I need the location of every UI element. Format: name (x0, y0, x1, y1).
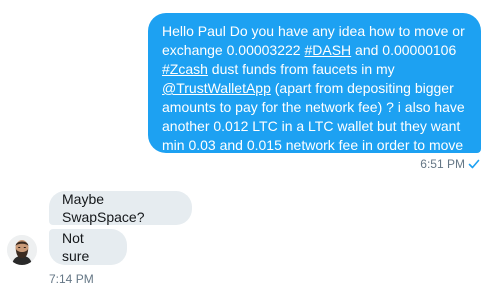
outgoing-message-bubble[interactable]: Hello Paul Do you have any idea how to m… (148, 13, 481, 172)
message-text: and 0.00000106 (351, 42, 457, 58)
avatar-image (7, 235, 37, 265)
message-text: dust funds from faucets in my (207, 61, 395, 77)
outgoing-message-meta: 6:51 PM (420, 157, 480, 171)
incoming-message-bubble[interactable]: Maybe SwapSpace? (49, 191, 192, 225)
message-text: Maybe SwapSpace? (62, 191, 145, 225)
check-icon (468, 159, 480, 169)
mention-link-trustwalletapp[interactable]: @TrustWalletApp (162, 80, 271, 96)
outgoing-timestamp: 6:51 PM (420, 157, 465, 171)
dm-conversation: Hello Paul Do you have any idea how to m… (0, 0, 490, 298)
avatar[interactable] (7, 235, 37, 265)
incoming-timestamp: 7:14 PM (49, 272, 94, 286)
hashtag-link-dash[interactable]: #DASH (304, 42, 351, 58)
hashtag-link-zcash[interactable]: #Zcash (162, 61, 208, 77)
message-text: Not sure (62, 230, 90, 264)
incoming-message-bubble[interactable]: Not sure (49, 229, 127, 265)
